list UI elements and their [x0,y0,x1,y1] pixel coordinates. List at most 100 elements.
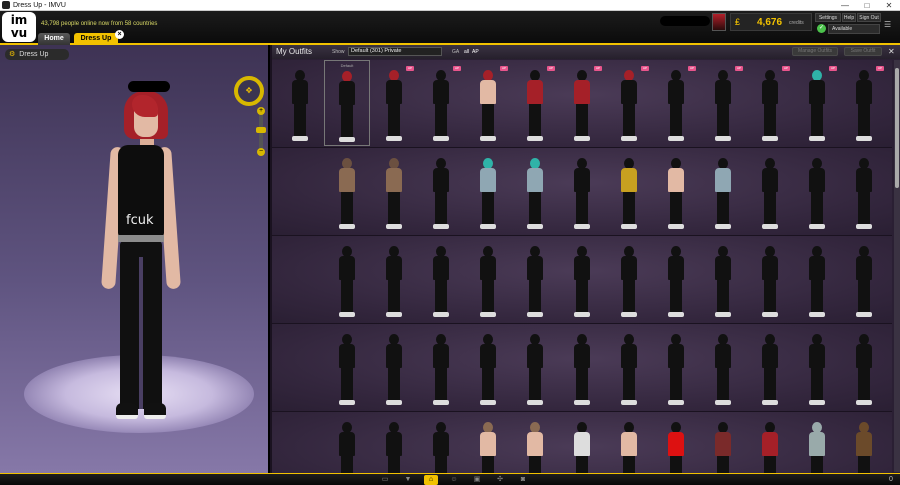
hanger-icon[interactable]: ⌂ [424,475,438,485]
shirt-icon[interactable]: ▼ [401,475,415,485]
outfit-thumbnail[interactable] [794,324,840,410]
outfit-thumbnail[interactable] [465,236,511,322]
outfit-thumbnail[interactable]: AP [512,60,558,146]
help-button[interactable]: Help [842,13,856,22]
outfit-thumbnail[interactable] [606,148,652,234]
outfit-thumbnail[interactable] [653,236,699,322]
outfit-thumbnail[interactable] [418,236,464,322]
outfit-thumbnail[interactable] [747,148,793,234]
scrollbar-thumb[interactable] [895,68,899,188]
camera-icon[interactable]: ◙ [516,475,530,485]
outfit-thumbnail[interactable] [700,236,746,322]
outfit-thumbnail[interactable] [794,148,840,234]
outfit-thumbnail[interactable] [606,412,652,473]
status-select[interactable]: Available [828,24,880,34]
outfit-thumbnail[interactable] [371,236,417,322]
outfit-thumbnail[interactable]: AP [841,60,887,146]
outfit-thumbnail[interactable] [841,324,887,410]
outfit-thumbnail[interactable] [747,412,793,473]
outfit-thumbnail[interactable] [324,236,370,322]
outfit-thumbnail[interactable] [277,324,323,410]
outfit-thumbnail[interactable] [559,412,605,473]
minimize-button[interactable]: — [834,0,856,11]
maximize-button[interactable]: □ [856,0,878,11]
outfit-thumbnail[interactable] [841,412,887,473]
save-outfit-button[interactable]: Save Outfit [844,47,882,56]
outfit-thumbnail[interactable] [324,324,370,410]
outfit-thumbnail[interactable] [418,412,464,473]
outfit-thumbnail[interactable]: AP [465,60,511,146]
filter-ap-link[interactable]: AP [472,49,479,55]
outfit-thumbnail[interactable] [606,324,652,410]
outfit-thumbnail[interactable] [700,148,746,234]
outfit-thumbnail[interactable] [465,412,511,473]
camera-rotate-control[interactable]: ✥ [234,76,264,106]
credits-box[interactable]: ₤ 4,676 credits [730,13,812,31]
outfit-thumbnail[interactable] [559,324,605,410]
outfit-thumbnail[interactable] [794,236,840,322]
outfit-thumbnail[interactable] [559,148,605,234]
outfit-thumbnail[interactable]: Default [324,60,370,146]
filter-all-link[interactable]: all [464,49,469,55]
outfit-thumbnail[interactable]: AP [747,60,793,146]
zoom-out-button[interactable]: − [257,148,265,156]
outfit-thumbnail[interactable]: AP [559,60,605,146]
close-tab-icon[interactable]: × [115,30,124,39]
outfit-filter-select[interactable]: Default (301) Private [348,47,442,56]
outfit-thumbnail[interactable] [512,324,558,410]
outfit-thumbnail[interactable]: AP [371,60,417,146]
outfit-thumbnail[interactable] [653,324,699,410]
close-outfits-icon[interactable]: ✕ [888,47,895,56]
user-avatar-thumbnail[interactable] [712,13,726,31]
outfit-thumbnail[interactable] [465,148,511,234]
outfit-thumbnail[interactable] [841,236,887,322]
outfit-thumbnail[interactable] [606,236,652,322]
outfit-thumbnail[interactable] [512,412,558,473]
tab-home[interactable]: Home [38,33,70,45]
outfit-thumbnail[interactable] [653,148,699,234]
outfit-thumbnail[interactable] [277,60,323,146]
manage-outfits-button[interactable]: Manage Outfits [792,47,838,56]
shop-icon[interactable]: ▣ [470,475,484,485]
outfit-thumbnail[interactable] [794,412,840,473]
outfit-thumbnail[interactable] [418,324,464,410]
outfit-thumbnail[interactable] [371,324,417,410]
zoom-slider-knob[interactable] [256,127,266,133]
settings-button[interactable]: Settings [815,13,841,22]
imvu-logo[interactable]: im vu [2,12,36,42]
zoom-in-button[interactable]: + [257,107,265,115]
outfits-scrollbar[interactable] [894,60,900,472]
outfit-thumbnail[interactable] [277,148,323,234]
outfit-thumbnail[interactable] [653,412,699,473]
outfit-thumbnail[interactable]: AP [653,60,699,146]
outfit-thumbnail[interactable] [324,412,370,473]
sign-out-button[interactable]: Sign Out [857,13,881,22]
outfit-thumbnail[interactable]: AP [606,60,652,146]
outfit-thumbnail[interactable] [700,324,746,410]
outfit-thumbnail[interactable] [841,148,887,234]
outfit-thumbnail[interactable] [277,236,323,322]
outfit-thumbnail[interactable] [371,148,417,234]
outfit-thumbnail[interactable]: AP [418,60,464,146]
puzzle-icon[interactable]: ✣ [493,475,507,485]
outfit-thumbnail[interactable] [512,148,558,234]
outfit-thumbnail[interactable] [277,412,323,473]
outfit-thumbnail[interactable] [324,148,370,234]
chat-icon[interactable]: ▭ [378,475,392,485]
outfit-thumbnail[interactable] [559,236,605,322]
outfit-thumbnail[interactable] [371,412,417,473]
outfit-thumbnail[interactable] [418,148,464,234]
menu-icon[interactable]: ☰ [884,20,891,29]
outfit-thumbnail[interactable]: AP [794,60,840,146]
dress-up-panel-label[interactable]: ⚙ Dress Up [5,49,69,60]
tab-dress-up[interactable]: Dress Up [74,33,118,45]
outfit-thumbnail[interactable] [747,236,793,322]
outfit-thumbnail[interactable]: AP [700,60,746,146]
close-window-button[interactable]: ✕ [878,0,900,11]
avatar-figure[interactable]: fcuk [100,81,181,426]
outfit-thumbnail[interactable] [465,324,511,410]
outfit-thumbnail[interactable] [512,236,558,322]
outfit-thumbnail[interactable] [747,324,793,410]
outfit-thumbnail[interactable] [700,412,746,473]
people-icon[interactable]: ☺ [447,475,461,485]
